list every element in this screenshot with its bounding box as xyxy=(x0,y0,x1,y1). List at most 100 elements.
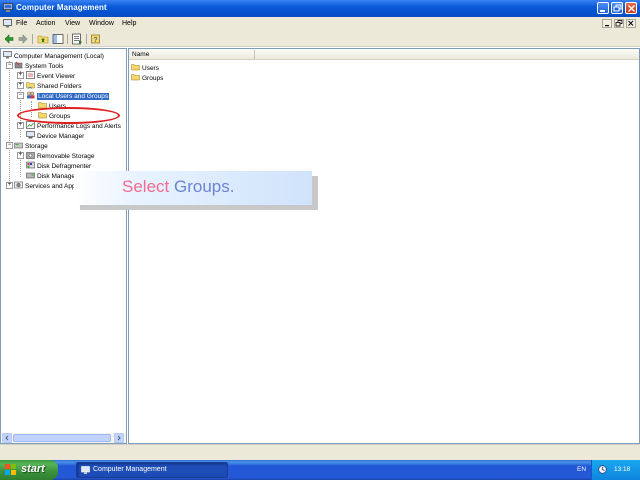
system-tray: 13:18 xyxy=(591,460,640,480)
disk-defragmenter-icon xyxy=(26,161,35,169)
toolbar-separator xyxy=(32,34,33,44)
tree-label-selected: Local Users and Groups xyxy=(37,93,110,100)
chevron-right-icon xyxy=(117,435,121,441)
list-item-users[interactable]: Users xyxy=(131,63,159,72)
taskbar-button-label: Computer Management xyxy=(93,466,167,473)
tree-item-shared-folders[interactable]: Shared Folders xyxy=(26,81,81,91)
expand-shared-folders-toggle[interactable]: + xyxy=(17,82,24,89)
expand-services-apps-toggle[interactable]: + xyxy=(6,182,13,189)
tree-label: Device Manager xyxy=(37,133,85,140)
collapse-storage-toggle[interactable]: − xyxy=(6,142,13,149)
restore-button[interactable] xyxy=(611,2,623,14)
scroll-left-button[interactable] xyxy=(2,433,12,443)
close-button[interactable] xyxy=(625,2,637,14)
tree-item-device-manager[interactable]: Device Manager xyxy=(26,131,84,141)
toolbar-separator xyxy=(67,34,68,44)
list-item-groups[interactable]: Groups xyxy=(131,73,163,82)
show-hide-tree-icon[interactable] xyxy=(52,33,64,45)
folder-icon xyxy=(131,74,140,81)
device-manager-icon xyxy=(26,131,35,139)
disk-management-icon xyxy=(26,172,35,179)
restore-icon xyxy=(613,4,622,12)
restore-icon xyxy=(615,20,623,27)
tree-item-disk-defragmenter[interactable]: Disk Defragmenter xyxy=(26,161,91,171)
tree-item-event-viewer[interactable]: Event Viewer xyxy=(26,71,75,81)
details-list-pane[interactable]: Name Users Groups xyxy=(128,48,640,444)
system-tools-icon xyxy=(14,61,23,69)
clock[interactable]: 13:18 xyxy=(614,466,630,473)
menu-bar: File Action View Window Help xyxy=(0,17,640,31)
minimize-button[interactable] xyxy=(597,2,609,14)
computer-management-icon xyxy=(3,51,12,59)
tree-horizontal-scrollbar[interactable] xyxy=(2,433,126,443)
expand-performance-logs-toggle[interactable]: + xyxy=(17,122,24,129)
close-icon xyxy=(628,5,635,12)
menu-file[interactable]: File xyxy=(16,20,27,27)
tree-connector xyxy=(9,61,10,185)
tree-label: Removable Storage xyxy=(37,153,95,160)
up-folder-icon[interactable] xyxy=(37,33,49,45)
mmc-doc-icon[interactable] xyxy=(3,19,12,28)
forward-icon[interactable] xyxy=(17,33,29,45)
tree-label: System Tools xyxy=(25,63,64,70)
close-icon xyxy=(628,20,634,26)
window-title-bar[interactable]: Computer Management xyxy=(0,0,640,17)
toolbar-separator xyxy=(86,34,87,44)
tree-item-removable-storage[interactable]: Removable Storage xyxy=(26,151,94,161)
event-viewer-icon xyxy=(26,71,35,79)
taskbar-button-computer-management[interactable]: Computer Management xyxy=(76,462,228,478)
list-item-label: Users xyxy=(142,65,159,72)
collapse-local-users-groups-toggle[interactable]: − xyxy=(17,92,24,99)
folder-icon xyxy=(131,64,140,71)
mdi-minimize-button[interactable] xyxy=(602,19,612,28)
language-indicator[interactable]: EN xyxy=(577,466,586,473)
callout-object: Groups. xyxy=(173,177,235,196)
instruction-callout: Select Groups. xyxy=(74,171,312,205)
chevron-left-icon xyxy=(5,435,9,441)
minimize-icon xyxy=(600,10,605,12)
callout-text: Select Groups. xyxy=(122,177,234,197)
computer-management-icon xyxy=(3,3,13,12)
help-icon[interactable]: ? xyxy=(90,33,102,45)
mdi-restore-button[interactable] xyxy=(614,19,624,28)
performance-logs-icon xyxy=(26,121,35,129)
scroll-right-button[interactable] xyxy=(114,433,124,443)
expand-event-viewer-toggle[interactable]: + xyxy=(17,72,24,79)
list-item-label: Groups xyxy=(142,75,164,82)
tree-label: Disk Defragmenter xyxy=(37,163,92,170)
highlight-ellipse xyxy=(17,107,120,124)
window-title: Computer Management xyxy=(16,3,107,12)
export-list-icon[interactable] xyxy=(71,33,83,45)
services-apps-icon xyxy=(14,181,23,189)
menu-view[interactable]: View xyxy=(65,20,80,27)
column-header-name[interactable]: Name xyxy=(132,51,149,58)
tree-item-computer-management[interactable]: Computer Management (Local) xyxy=(3,51,104,61)
collapse-system-tools-toggle[interactable]: − xyxy=(6,62,13,69)
tree-label: Computer Management (Local) xyxy=(14,53,104,60)
tray-network-icon[interactable] xyxy=(598,465,607,474)
windows-logo-icon xyxy=(5,464,16,475)
expand-removable-storage-toggle[interactable]: + xyxy=(17,152,24,159)
tree-item-storage[interactable]: Storage xyxy=(14,141,48,151)
mdi-close-button[interactable] xyxy=(626,19,636,28)
svg-text:?: ? xyxy=(94,37,98,44)
menu-window[interactable]: Window xyxy=(89,20,114,27)
menu-help[interactable]: Help xyxy=(122,20,136,27)
start-button[interactable]: start xyxy=(0,460,58,480)
computer-management-icon xyxy=(81,466,90,474)
toolbar: ? xyxy=(0,31,640,47)
minimize-icon xyxy=(605,25,609,27)
scroll-thumb[interactable] xyxy=(13,434,111,442)
list-header: Name xyxy=(129,49,639,60)
back-icon[interactable] xyxy=(3,33,15,45)
storage-icon xyxy=(14,142,23,149)
status-bar xyxy=(0,444,640,460)
callout-verb: Select xyxy=(122,177,170,196)
tree-item-local-users-and-groups[interactable]: Local Users and Groups xyxy=(26,91,110,101)
menu-action[interactable]: Action xyxy=(36,20,55,27)
column-divider[interactable] xyxy=(254,50,255,59)
tree-label: Storage xyxy=(25,143,48,150)
removable-storage-icon xyxy=(26,152,35,159)
tree-label: Shared Folders xyxy=(37,83,82,90)
tree-item-system-tools[interactable]: System Tools xyxy=(14,61,64,71)
